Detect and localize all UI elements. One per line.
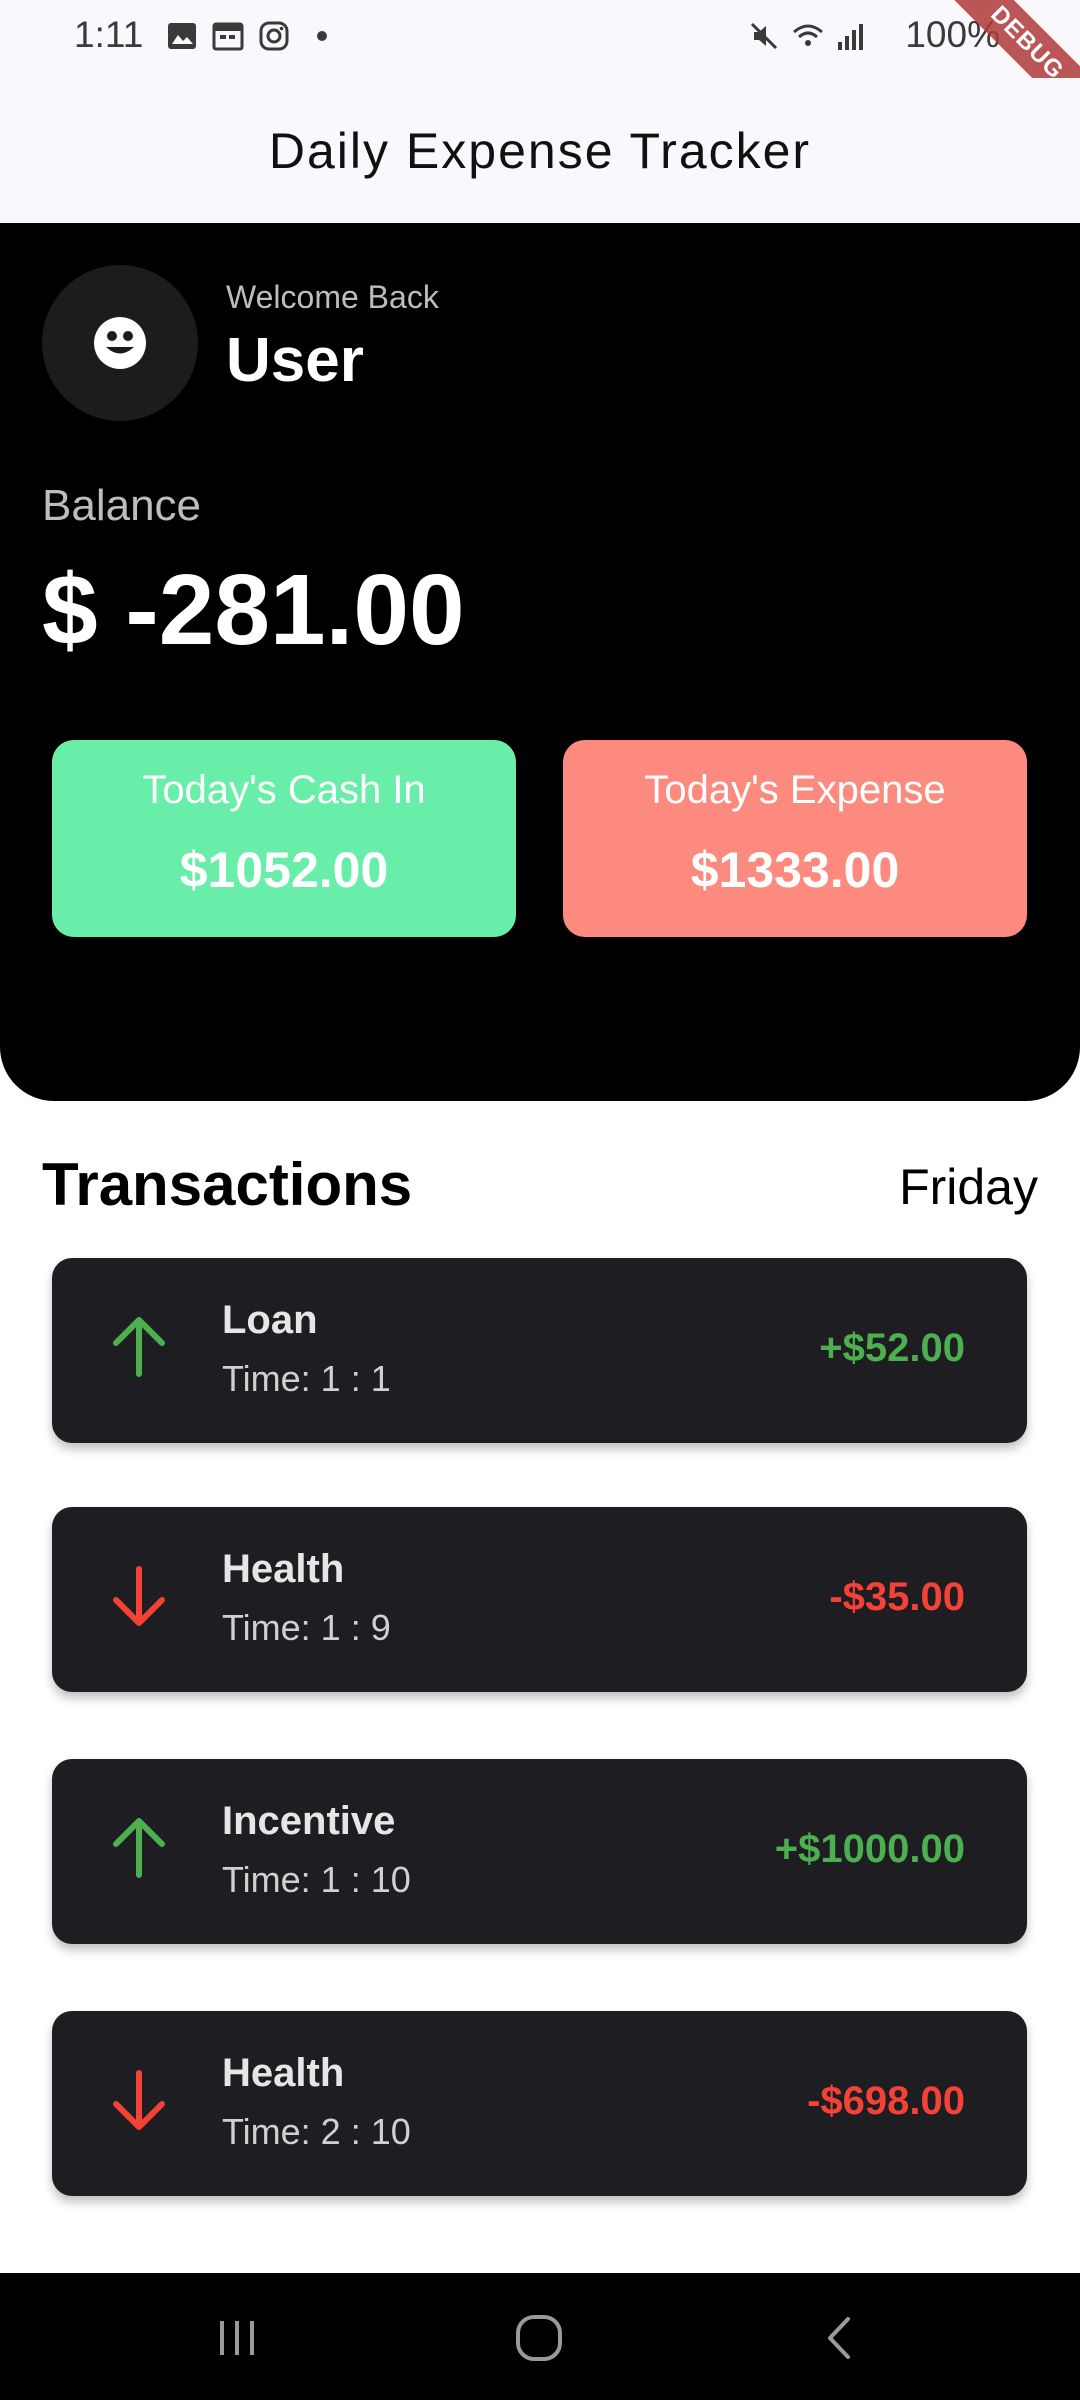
avatar[interactable] (42, 265, 198, 421)
welcome-text: Welcome Back (226, 279, 439, 315)
home-icon (516, 2315, 562, 2361)
calendar-icon (212, 22, 244, 51)
back-button[interactable] (806, 2303, 876, 2373)
signal-icon (838, 24, 863, 50)
transaction-time: Time: 1 : 1 (222, 1358, 391, 1399)
transactions-day: Friday (899, 1159, 1038, 1215)
recent-apps-icon (220, 2321, 254, 2355)
arrow-down-icon (113, 2070, 165, 2130)
transaction-name: Loan (222, 1298, 318, 1342)
transaction-time: Time: 1 : 10 (222, 1859, 411, 1900)
transaction-amount: -$698.00 (807, 2079, 965, 2123)
balance-amount: $ -281.00 (42, 554, 465, 666)
balance-label: Balance (42, 481, 202, 530)
username: User (226, 326, 364, 395)
app-title: Daily Expense Tracker (268, 122, 812, 179)
status-bar: 1:11 100% DEBUG (0, 0, 1080, 147)
transaction-item[interactable]: Health Time: 2 : 10 -$698.00 (52, 2011, 1027, 2196)
back-icon (828, 2317, 850, 2359)
recent-apps-button[interactable] (202, 2303, 272, 2373)
cash-in-amount: $1052.00 (179, 842, 389, 898)
mute-icon (750, 22, 778, 50)
expense-card[interactable]: Today's Expense $1333.00 (563, 740, 1027, 937)
expense-label: Today's Expense (644, 768, 946, 812)
transaction-name: Health (222, 2051, 345, 2095)
home-button[interactable] (504, 2303, 574, 2373)
expense-amount: $1333.00 (690, 842, 900, 898)
cash-in-card[interactable]: Today's Cash In $1052.00 (52, 740, 516, 937)
transaction-item[interactable]: Loan Time: 1 : 1 +$52.00 (52, 1258, 1027, 1443)
status-time: 1:11 (74, 14, 144, 55)
arrow-up-icon (113, 1317, 165, 1377)
transactions-title: Transactions (42, 1151, 413, 1218)
transaction-amount: -$35.00 (829, 1575, 965, 1619)
transaction-time: Time: 1 : 9 (222, 1607, 391, 1648)
system-nav-bar (0, 2273, 1080, 2400)
wifi-icon (793, 24, 823, 46)
transaction-amount: +$52.00 (819, 1326, 965, 1370)
arrow-down-icon (113, 1566, 165, 1626)
transaction-amount: +$1000.00 (774, 1827, 965, 1871)
cash-in-label: Today's Cash In (142, 768, 426, 812)
gallery-icon (168, 23, 196, 49)
transaction-time: Time: 2 : 10 (222, 2111, 411, 2152)
app-bar: Daily Expense Tracker (0, 78, 1080, 223)
transaction-name: Health (222, 1547, 345, 1591)
transaction-item[interactable]: Incentive Time: 1 : 10 +$1000.00 (52, 1759, 1027, 1944)
transaction-item[interactable]: Health Time: 1 : 9 -$35.00 (52, 1507, 1027, 1692)
balance-header: Welcome Back User Balance $ -281.00 Toda… (0, 223, 1080, 1101)
transaction-name: Incentive (222, 1799, 396, 1843)
arrow-up-icon (113, 1818, 165, 1878)
user-face-icon (94, 317, 146, 369)
instagram-icon (259, 21, 289, 51)
notification-dot-icon (317, 31, 327, 41)
